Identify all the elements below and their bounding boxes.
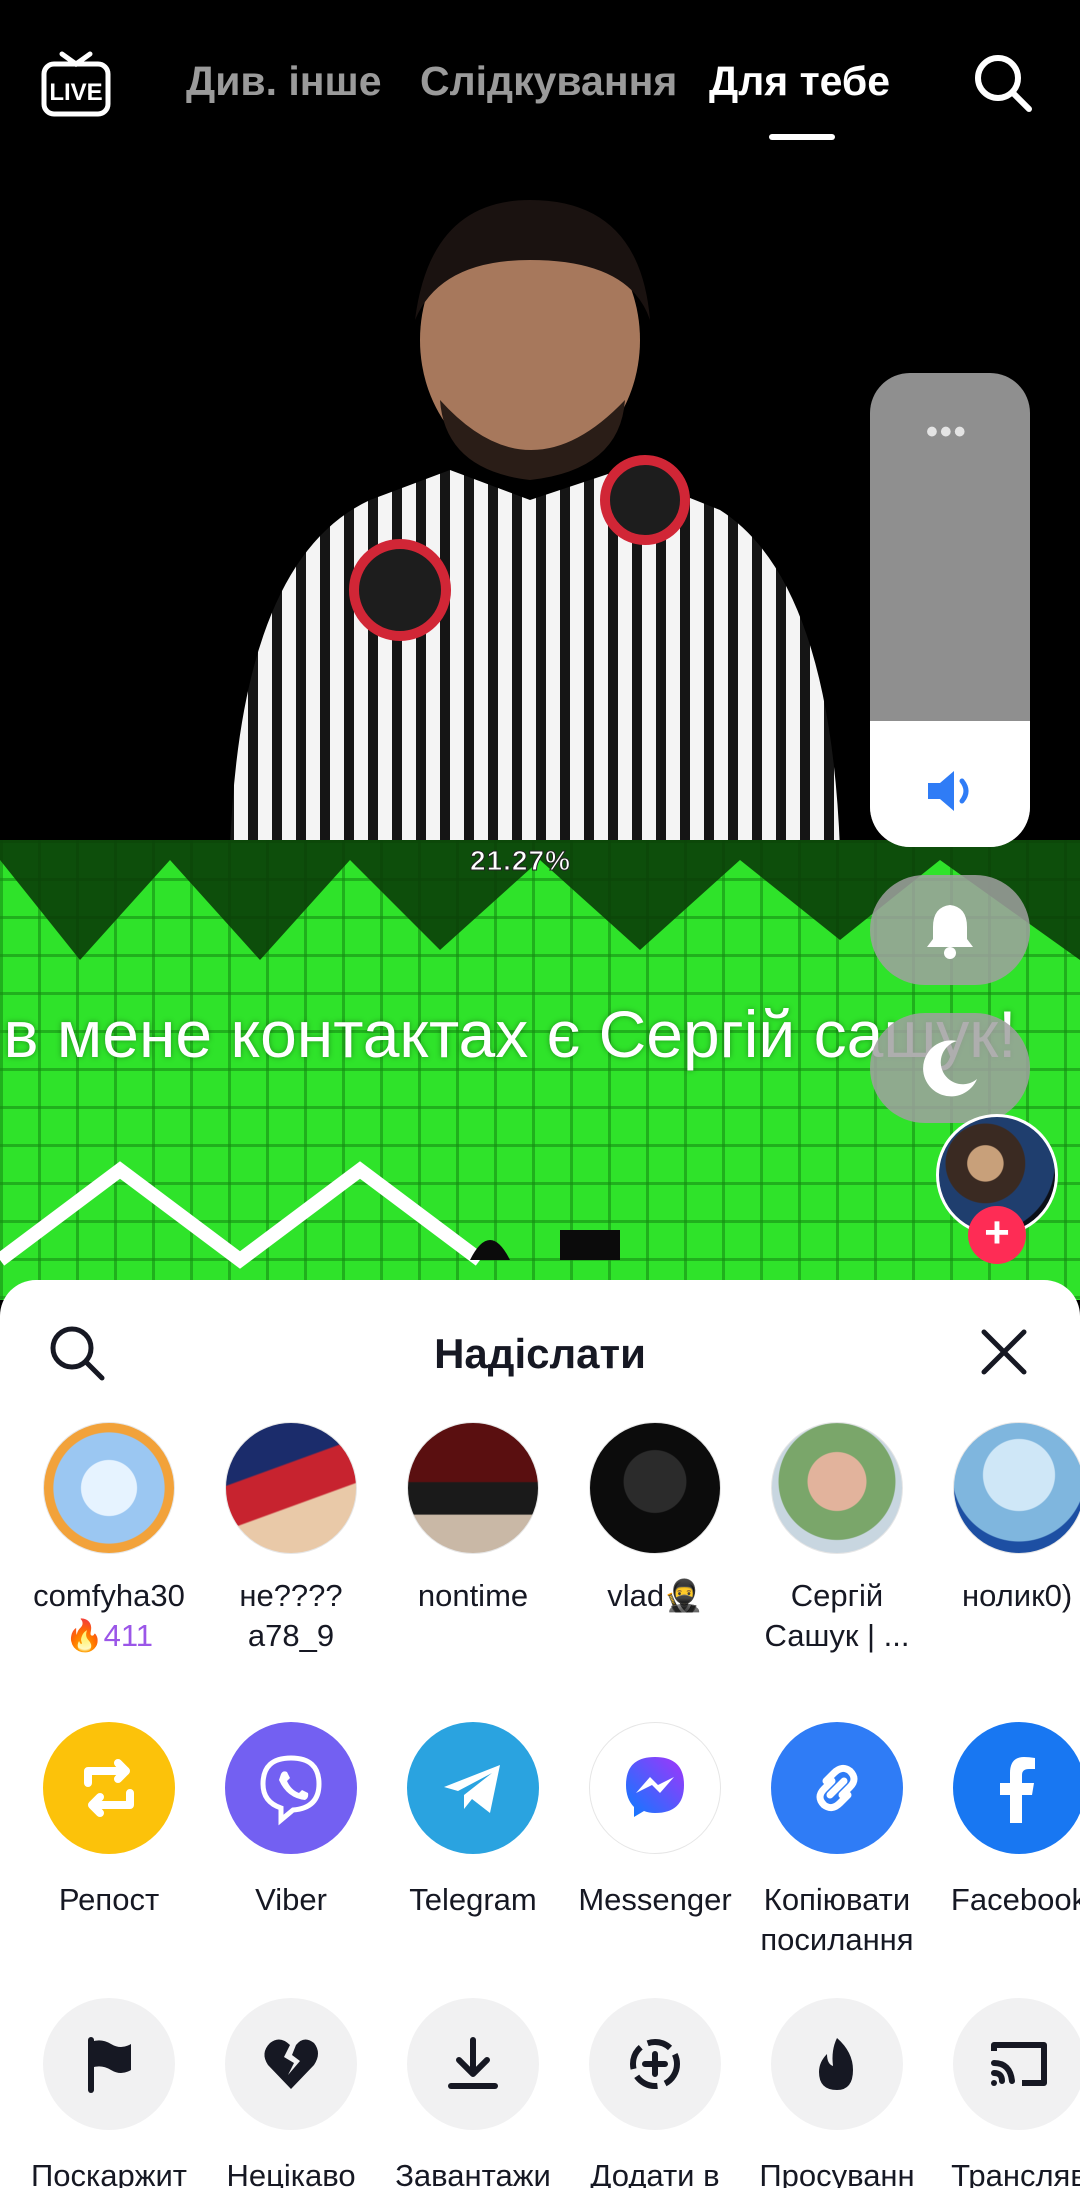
messenger-share-button[interactable]: Messenger [564, 1722, 746, 1920]
fire-icon: 🔥 [64, 1618, 104, 1653]
avatar [953, 1422, 1080, 1554]
avatar [407, 1422, 539, 1554]
video-subtitle: в мене контактах є Сергій сашук! [3, 997, 1017, 1071]
add-to-button[interactable]: Додати в [564, 1998, 746, 2188]
speaker-icon [928, 771, 969, 811]
not-interested-button[interactable]: Нецікаво [200, 1998, 382, 2188]
facebook-icon [953, 1722, 1080, 1854]
link-icon [771, 1722, 903, 1854]
messenger-icon [589, 1722, 721, 1854]
repost-icon [43, 1722, 175, 1854]
bell-icon [927, 905, 973, 959]
video-person-image [230, 200, 840, 850]
share-sheet: Надіслати comfyha30 🔥411 не???? a78_9 no… [0, 1280, 1080, 2188]
viber-icon [225, 1722, 357, 1854]
cast-button[interactable]: Трансляв [928, 1998, 1080, 2188]
avatar [225, 1422, 357, 1554]
avatar [589, 1422, 721, 1554]
volume-slider[interactable]: ••• [870, 373, 1030, 847]
contact-item[interactable]: vlad🥷 [564, 1422, 746, 1616]
viber-share-button[interactable]: Viber [200, 1722, 382, 1920]
moon-icon [923, 1040, 977, 1097]
add-to-icon [589, 1998, 721, 2130]
contact-item[interactable]: comfyha30 🔥411 [18, 1422, 200, 1656]
download-button[interactable]: Завантажи [382, 1998, 564, 2188]
active-tab-indicator [769, 134, 835, 140]
telegram-share-button[interactable]: Telegram [382, 1722, 564, 1920]
fire-icon [771, 1998, 903, 2130]
contact-item[interactable]: Сергій Сашук | ... [746, 1422, 928, 1656]
sheet-title: Надіслати [434, 1330, 646, 1377]
repost-button[interactable]: Репост [18, 1722, 200, 1920]
more-dots-icon[interactable]: ••• [926, 413, 968, 452]
streak-badge: 🔥411 [64, 1618, 154, 1653]
avatar [43, 1422, 175, 1554]
contact-list: comfyha30 🔥411 не???? a78_9 nontime vlad… [0, 1422, 1080, 1653]
svg-text:LIVE: LIVE [49, 79, 102, 106]
report-button[interactable]: Поскаржит [18, 1998, 200, 2188]
search-icon[interactable] [972, 52, 1034, 114]
tab-following[interactable]: Слідкування [420, 58, 677, 105]
contact-item[interactable]: нолик0) [928, 1422, 1080, 1616]
contact-item[interactable]: nontime [382, 1422, 564, 1616]
broken-heart-icon [225, 1998, 357, 2130]
live-icon[interactable]: LIVE [40, 50, 112, 118]
tab-for-you[interactable]: Для тебе [709, 58, 890, 105]
notification-button[interactable] [870, 875, 1030, 985]
level-progress-text: 21.27% [470, 845, 571, 877]
contact-item[interactable]: не???? a78_9 [200, 1422, 382, 1656]
follow-plus-icon[interactable]: + [968, 1206, 1026, 1264]
top-navigation: LIVE Див. інше Слідкування Для тебе [0, 0, 1080, 160]
cast-icon [953, 1998, 1080, 2130]
tab-explore[interactable]: Див. інше [186, 58, 382, 105]
telegram-icon [407, 1722, 539, 1854]
flag-icon [43, 1998, 175, 2130]
facebook-share-button[interactable]: Facebook [928, 1722, 1080, 1920]
avatar [771, 1422, 903, 1554]
copy-link-button[interactable]: Копіювати посилання [746, 1722, 928, 1960]
close-icon[interactable] [978, 1326, 1030, 1378]
sleep-mode-button[interactable] [870, 1013, 1030, 1123]
promote-button[interactable]: Просуванн [746, 1998, 928, 2188]
download-icon [407, 1998, 539, 2130]
